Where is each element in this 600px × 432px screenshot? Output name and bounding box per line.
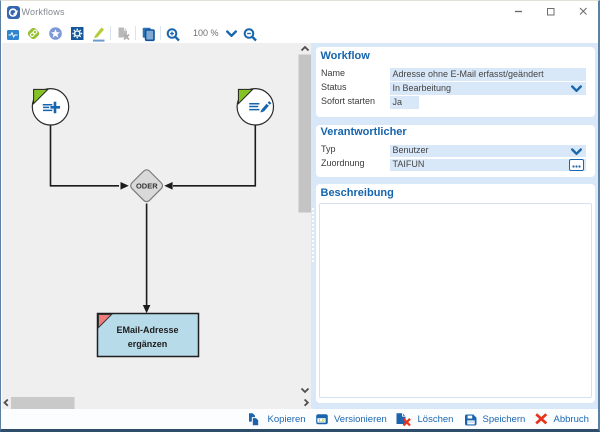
svg-text:EMail-Adresse: EMail-Adresse bbox=[116, 325, 178, 335]
svg-text:ODER: ODER bbox=[136, 181, 158, 190]
svg-text:1.0: 1.0 bbox=[318, 418, 325, 423]
svg-text:ergänzen: ergänzen bbox=[128, 339, 168, 349]
